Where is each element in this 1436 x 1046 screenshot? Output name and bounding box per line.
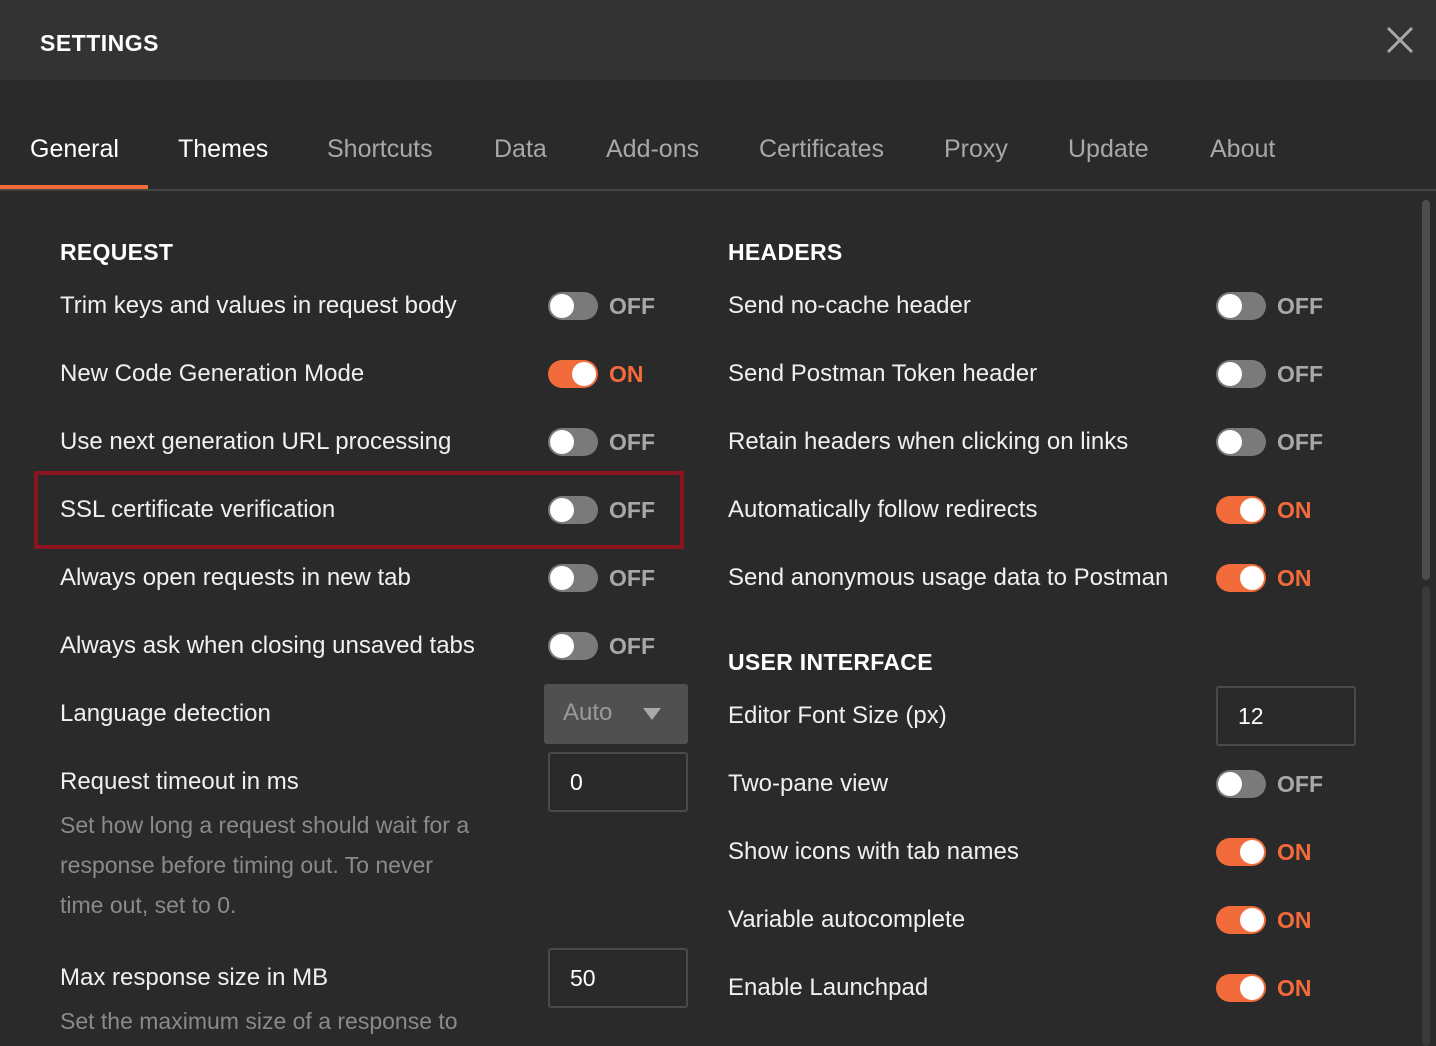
- ssl-verification-label: SSL certificate verification: [60, 496, 336, 523]
- codegen-label: New Code Generation Mode: [60, 360, 365, 387]
- retain-headers-label: Retain headers when clicking on links: [728, 428, 1129, 455]
- tab-data[interactable]: Data: [494, 135, 547, 164]
- description-line: time out, set to 0.: [60, 892, 237, 918]
- toggle-knob: [550, 498, 574, 522]
- toggle-knob: [572, 362, 596, 386]
- description-line: Set how long a request should wait for a: [60, 812, 470, 838]
- ask-closing-state: OFF: [609, 633, 655, 659]
- description-line: response before timing out. To never: [60, 852, 433, 878]
- language-detection-select[interactable]: Auto: [544, 684, 688, 744]
- max-response-size-label: Max response size in MB: [60, 964, 329, 991]
- url-processing-state: OFF: [609, 429, 655, 455]
- toggle-knob: [550, 634, 574, 658]
- chevron-down-icon: [643, 708, 661, 720]
- toggle-knob: [1218, 362, 1242, 386]
- retain-headers-toggle[interactable]: [1216, 428, 1266, 456]
- toggle-knob: [1218, 294, 1242, 318]
- max-response-size-input[interactable]: [548, 948, 688, 1008]
- toggle-knob: [550, 566, 574, 590]
- launchpad-toggle[interactable]: [1216, 974, 1266, 1002]
- follow-redirects-toggle[interactable]: [1216, 496, 1266, 524]
- title-bar: SETTINGS: [0, 0, 1436, 80]
- tab-update[interactable]: Update: [1068, 135, 1149, 164]
- usage-data-label: Send anonymous usage data to Postman: [728, 564, 1169, 591]
- ssl-verification-toggle[interactable]: [548, 496, 598, 524]
- request-timeout-description: Set how long a request should wait for a…: [60, 805, 530, 925]
- two-pane-toggle[interactable]: [1216, 770, 1266, 798]
- url-processing-toggle[interactable]: [548, 428, 598, 456]
- postman-token-label: Send Postman Token header: [728, 360, 1038, 387]
- toggle-knob: [1240, 840, 1264, 864]
- trim-keys-state: OFF: [609, 293, 655, 319]
- user-interface-heading: USER INTERFACE: [728, 649, 933, 675]
- trim-keys-toggle[interactable]: [548, 292, 598, 320]
- ask-closing-label: Always ask when closing unsaved tabs: [60, 632, 475, 659]
- settings-window: SETTINGS General Themes Shortcuts Data A…: [0, 0, 1436, 1046]
- tab-icons-label: Show icons with tab names: [728, 838, 1019, 865]
- follow-redirects-label: Automatically follow redirects: [728, 496, 1038, 523]
- close-icon: [1386, 26, 1414, 54]
- editor-font-size-input[interactable]: [1216, 686, 1356, 746]
- editor-font-size-label: Editor Font Size (px): [728, 702, 947, 729]
- url-processing-label: Use next generation URL processing: [60, 428, 452, 455]
- codegen-state: ON: [609, 361, 644, 387]
- toggle-knob: [1240, 908, 1264, 932]
- variable-autocomplete-label: Variable autocomplete: [728, 906, 966, 933]
- max-response-size-description: Set the maximum size of a response to: [60, 1001, 530, 1041]
- scrollbar[interactable]: [1420, 196, 1434, 1046]
- request-timeout-label: Request timeout in ms: [60, 768, 299, 795]
- settings-tabs: General Themes Shortcuts Data Add-ons Ce…: [0, 80, 1436, 191]
- ssl-verification-state: OFF: [609, 497, 655, 523]
- new-tab-state: OFF: [609, 565, 655, 591]
- no-cache-state: OFF: [1277, 293, 1323, 319]
- request-timeout-input[interactable]: [548, 752, 688, 812]
- codegen-toggle[interactable]: [548, 360, 598, 388]
- two-pane-state: OFF: [1277, 771, 1323, 797]
- toggle-knob: [1240, 976, 1264, 1000]
- usage-data-toggle[interactable]: [1216, 564, 1266, 592]
- toggle-knob: [550, 430, 574, 454]
- tab-general[interactable]: General: [30, 135, 119, 164]
- language-detection-value: Auto: [563, 699, 613, 726]
- scrollbar-track: [1422, 586, 1430, 1046]
- launchpad-state: ON: [1277, 975, 1312, 1001]
- request-heading: REQUEST: [60, 239, 174, 265]
- headers-heading: HEADERS: [728, 239, 843, 265]
- tab-icons-state: ON: [1277, 839, 1312, 865]
- ask-closing-toggle[interactable]: [548, 632, 598, 660]
- new-tab-toggle[interactable]: [548, 564, 598, 592]
- toggle-knob: [1218, 772, 1242, 796]
- tab-proxy[interactable]: Proxy: [944, 135, 1008, 164]
- tab-certificates[interactable]: Certificates: [759, 135, 884, 164]
- window-title: SETTINGS: [40, 30, 160, 56]
- variable-autocomplete-toggle[interactable]: [1216, 906, 1266, 934]
- no-cache-label: Send no-cache header: [728, 292, 971, 319]
- trim-keys-label: Trim keys and values in request body: [60, 292, 457, 319]
- active-tab-indicator: [0, 185, 148, 189]
- new-tab-label: Always open requests in new tab: [60, 564, 411, 591]
- tab-about[interactable]: About: [1210, 135, 1275, 164]
- toggle-knob: [1240, 566, 1264, 590]
- description-line: Set the maximum size of a response to: [60, 1008, 458, 1034]
- launchpad-label: Enable Launchpad: [728, 974, 929, 1001]
- close-button[interactable]: [1382, 22, 1418, 58]
- variable-autocomplete-state: ON: [1277, 907, 1312, 933]
- postman-token-toggle[interactable]: [1216, 360, 1266, 388]
- language-detection-label: Language detection: [60, 700, 271, 727]
- tab-themes[interactable]: Themes: [178, 135, 268, 164]
- tab-add-ons[interactable]: Add-ons: [606, 135, 699, 164]
- toggle-knob: [1240, 498, 1264, 522]
- scrollbar-thumb[interactable]: [1422, 200, 1430, 580]
- usage-data-state: ON: [1277, 565, 1312, 591]
- follow-redirects-state: ON: [1277, 497, 1312, 523]
- no-cache-toggle[interactable]: [1216, 292, 1266, 320]
- retain-headers-state: OFF: [1277, 429, 1323, 455]
- toggle-knob: [1218, 430, 1242, 454]
- two-pane-label: Two-pane view: [728, 770, 889, 797]
- postman-token-state: OFF: [1277, 361, 1323, 387]
- toggle-knob: [550, 294, 574, 318]
- tab-icons-toggle[interactable]: [1216, 838, 1266, 866]
- tab-shortcuts[interactable]: Shortcuts: [327, 135, 433, 164]
